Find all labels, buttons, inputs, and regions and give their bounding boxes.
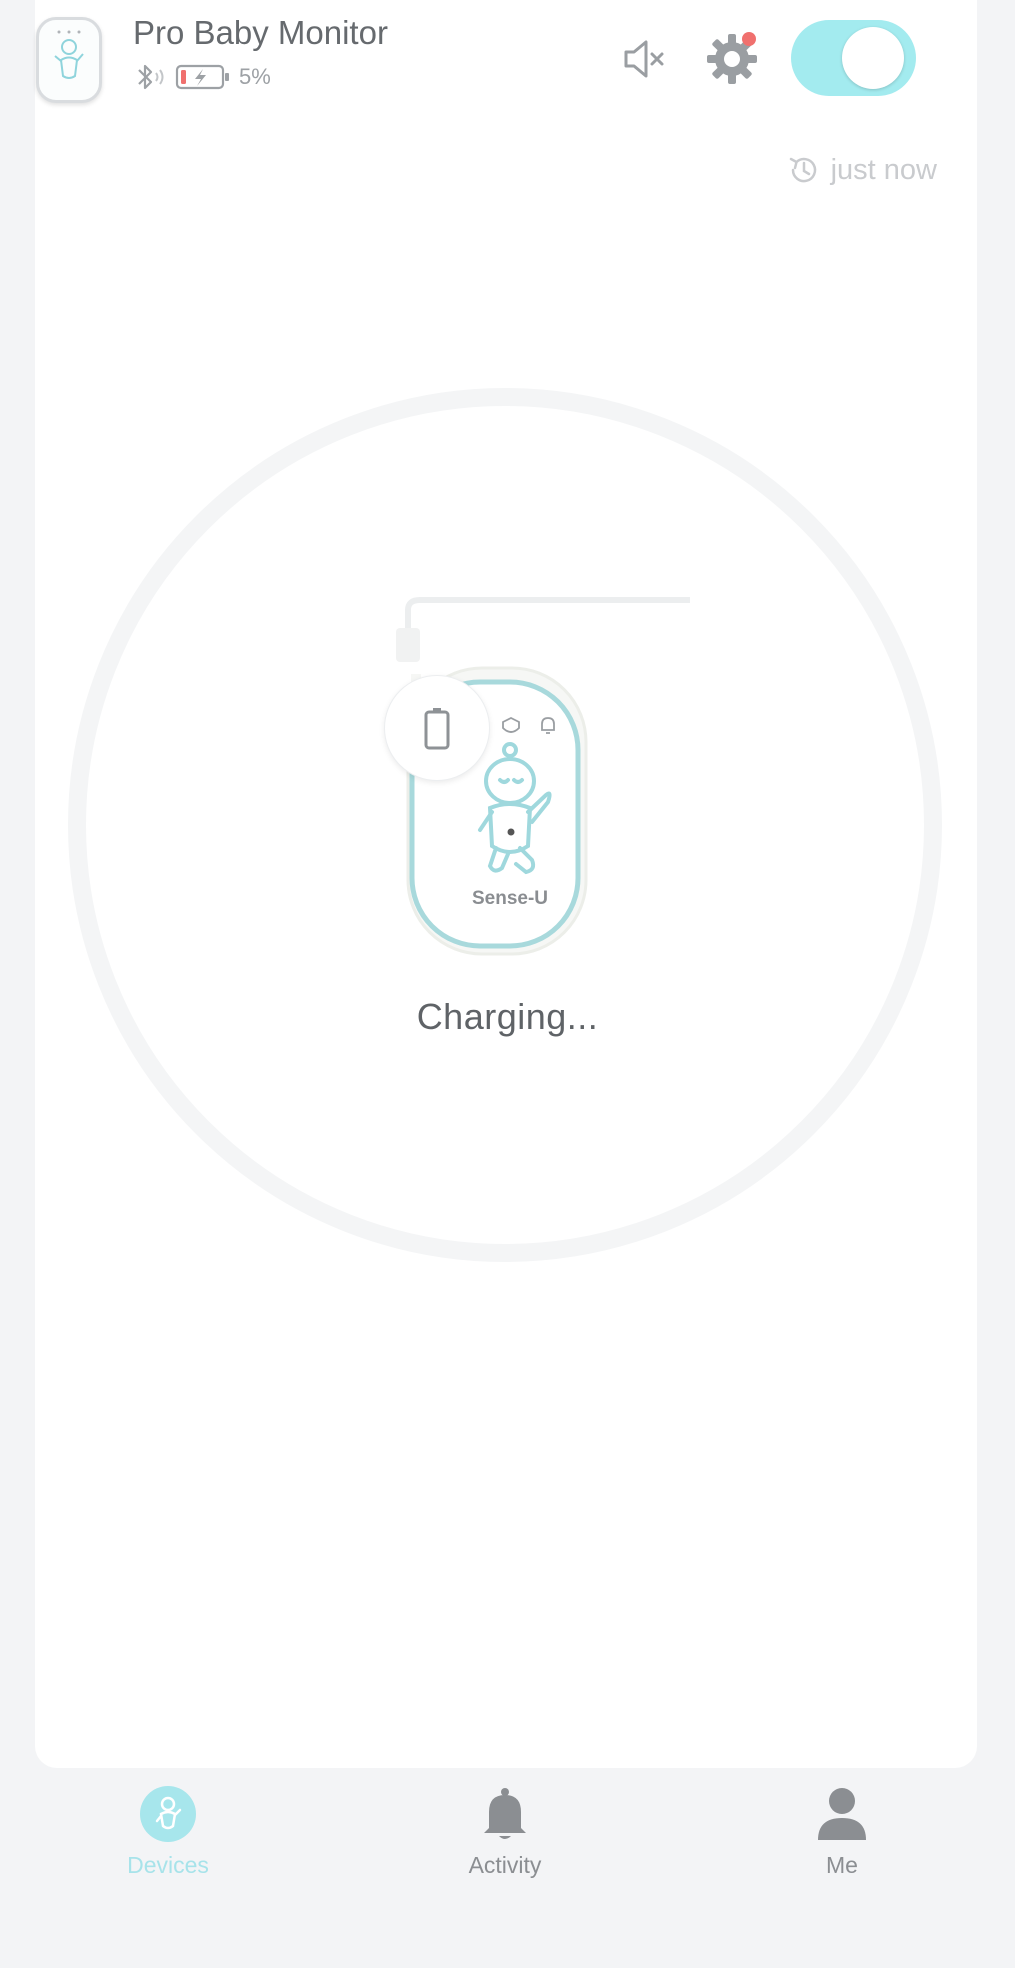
- history-icon: [789, 157, 816, 183]
- battery-icon: [175, 64, 229, 90]
- tab-activity[interactable]: Activity: [420, 1784, 590, 1879]
- sense-u-device-illustration: [396, 597, 690, 956]
- last-update: just now: [787, 153, 937, 187]
- device-thumbnail[interactable]: [36, 17, 102, 103]
- notification-dot: [742, 32, 756, 46]
- battery-percentage: 5%: [239, 64, 271, 89]
- speaker-muted-icon: [624, 40, 664, 78]
- device-status-row: 5%: [133, 62, 271, 92]
- mute-button[interactable]: [620, 34, 670, 84]
- bluetooth-icon: [138, 64, 164, 90]
- last-update-label: just now: [830, 153, 937, 186]
- tab-activity-label: Activity: [468, 1852, 542, 1878]
- baby-icon: [54, 30, 84, 79]
- tab-me[interactable]: Me: [757, 1784, 927, 1879]
- toggle-knob[interactable]: [842, 27, 904, 89]
- device-name: Pro Baby Monitor: [133, 14, 388, 51]
- battery-status-bubble: [384, 675, 490, 781]
- device-brand-label: Sense-U: [471, 888, 549, 909]
- tab-devices[interactable]: Devices: [83, 1784, 253, 1879]
- charging-status: Charging...: [416, 996, 599, 1037]
- tab-me-label: Me: [826, 1852, 858, 1878]
- tab-devices-label: Devices: [127, 1852, 209, 1878]
- person-icon: [818, 1788, 866, 1840]
- battery-vertical-icon: [424, 708, 450, 750]
- bell-icon: [484, 1788, 526, 1839]
- baby-icon: [140, 1786, 196, 1842]
